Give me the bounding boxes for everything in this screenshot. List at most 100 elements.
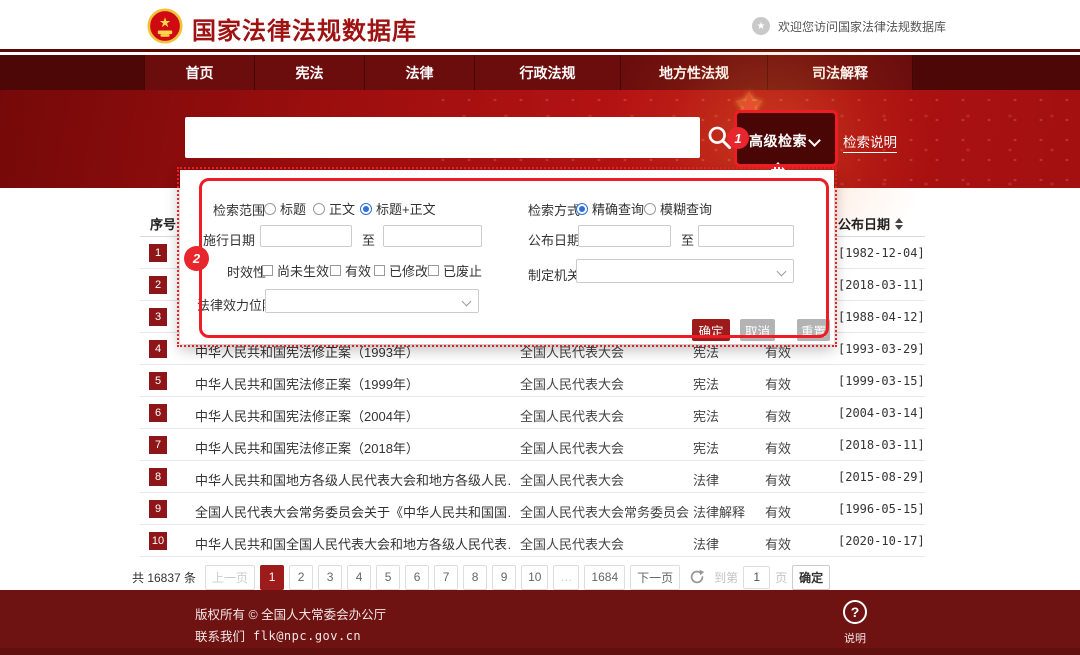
law-title-link[interactable]: 中华人民共和国宪法修正案（2004年）	[195, 406, 419, 425]
nav-item-law[interactable]: 法律	[364, 55, 474, 90]
scope-option-title[interactable]: 标题	[264, 199, 306, 218]
date-cell: [1996-05-15]	[838, 502, 925, 516]
table-row: 9 全国人民代表大会常务委员会关于《中华人民共和国国… 全国人民代表大会常务委员…	[140, 493, 925, 525]
advanced-search-label[interactable]: 高级检索	[749, 131, 807, 151]
page-button-7[interactable]: 7	[434, 564, 459, 590]
validity-option-repealed[interactable]: 已废止	[428, 261, 482, 280]
page-button-1[interactable]: 1	[260, 564, 285, 590]
radio-selected-icon[interactable]	[576, 202, 588, 215]
panel-cancel-button[interactable]: 取消	[740, 319, 775, 341]
radio-icon[interactable]	[644, 202, 656, 215]
radio-selected-icon[interactable]	[360, 202, 372, 215]
level-select[interactable]	[265, 289, 479, 313]
law-title-link[interactable]: 全国人民代表大会常务委员会关于《中华人民共和国国…	[195, 502, 510, 521]
agency-select[interactable]	[576, 259, 794, 283]
law-title-link[interactable]: 中华人民共和国宪法修正案（1999年）	[195, 374, 419, 393]
table-row: 8 中华人民共和国地方各级人民代表大会和地方各级人民… 全国人民代表大会 法律 …	[140, 461, 925, 493]
agency-cell: 全国人民代表大会	[520, 345, 625, 360]
mode-option-exact[interactable]: 精确查询	[576, 199, 644, 218]
goto-confirm-button[interactable]: 确定	[792, 564, 831, 590]
nav-item-home[interactable]: 首页	[144, 55, 254, 90]
chevron-down-icon	[461, 296, 472, 307]
page-button-3[interactable]: 3	[318, 564, 343, 590]
welcome-badge-icon: ★	[752, 17, 770, 35]
scope-label: 检索范围	[213, 203, 266, 218]
question-mark-icon[interactable]: ?	[843, 600, 867, 624]
svg-text:★: ★	[159, 15, 171, 30]
panel-confirm-button[interactable]: 确定	[692, 319, 730, 341]
validity-option-not-effective[interactable]: 尚未生效	[262, 261, 329, 280]
agency-cell: 全国人民代表大会	[520, 537, 625, 552]
row-seq-badge: 6	[149, 404, 167, 422]
date-cell: [1999-03-15]	[838, 374, 925, 388]
checkbox-icon[interactable]	[374, 265, 385, 276]
law-title-link[interactable]: 中华人民共和国宪法修正案（2018年）	[195, 438, 419, 457]
search-input[interactable]	[185, 117, 700, 158]
agency-cell: 全国人民代表大会常务委员会	[520, 505, 690, 520]
page-button-5[interactable]: 5	[376, 564, 401, 590]
row-seq-badge: 10	[149, 532, 167, 550]
page-ellipsis: …	[553, 564, 580, 590]
row-seq-badge: 5	[149, 372, 167, 390]
table-row: 5 中华人民共和国宪法修正案（1999年） 全国人民代表大会 宪法 有效 [19…	[140, 365, 925, 397]
checkbox-icon[interactable]	[428, 265, 439, 276]
table-row: 7 中华人民共和国宪法修正案（2018年） 全国人民代表大会 宪法 有效 [20…	[140, 429, 925, 461]
seq-column-header: 序号	[150, 217, 177, 232]
type-cell: 宪法	[693, 409, 720, 424]
range-to-label: 至	[362, 233, 376, 248]
date-cell: [2020-10-17]	[838, 534, 925, 548]
next-page-button[interactable]: 下一页	[630, 564, 681, 590]
scope-option-body[interactable]: 正文	[313, 199, 355, 218]
validity-cell: 有效	[765, 473, 792, 488]
validity-cell: 有效	[765, 505, 792, 520]
law-title-link[interactable]: 中华人民共和国宪法修正案（1993年）	[195, 342, 419, 361]
validity-option-amended[interactable]: 已修改	[374, 261, 428, 280]
page-button-10[interactable]: 10	[521, 564, 549, 590]
page-button-4[interactable]: 4	[347, 564, 372, 590]
date-cell: [2015-08-29]	[838, 470, 925, 484]
agency-label: 制定机关	[528, 268, 581, 283]
validity-cell: 有效	[765, 409, 792, 424]
validity-cell: 有效	[765, 377, 792, 392]
radio-icon[interactable]	[313, 202, 325, 215]
page-button-9[interactable]: 9	[492, 564, 517, 590]
type-cell: 宪法	[693, 345, 720, 360]
page-button-8[interactable]: 8	[463, 564, 488, 590]
page-button-6[interactable]: 6	[405, 564, 430, 590]
type-cell: 法律	[693, 537, 720, 552]
validity-option-effective[interactable]: 有效	[330, 261, 371, 280]
scope-option-title-body[interactable]: 标题+正文	[360, 199, 436, 218]
top-header: ★ 国家法律法规数据库 ★ 欢迎您访问国家法律法规数据库	[0, 0, 1080, 52]
publish-date-column-header[interactable]: 公布日期	[838, 214, 904, 233]
goto-page-input[interactable]	[743, 565, 771, 589]
mode-option-fuzzy[interactable]: 模糊查询	[644, 199, 712, 218]
page-button-2[interactable]: 2	[289, 564, 314, 590]
page: ★ 国家法律法规数据库 ★ 欢迎您访问国家法律法规数据库 首页 宪法 法律 行政…	[0, 0, 1080, 655]
publish-date-from-input[interactable]	[578, 225, 671, 247]
nav-item-constitution[interactable]: 宪法	[254, 55, 364, 90]
checkbox-icon[interactable]	[330, 265, 341, 276]
radio-icon[interactable]	[264, 202, 276, 215]
law-title-link[interactable]: 中华人民共和国地方各级人民代表大会和地方各级人民…	[195, 470, 510, 489]
page-button-1684[interactable]: 1684	[584, 564, 626, 590]
effective-date-from-input[interactable]	[260, 225, 352, 247]
panel-reset-button[interactable]: 重置	[797, 319, 830, 341]
date-cell: [1988-04-12]	[838, 310, 925, 324]
contact-label: 联系我们	[195, 630, 246, 644]
welcome-area: ★ 欢迎您访问国家法律法规数据库	[752, 17, 946, 35]
search-help-link[interactable]: 检索说明	[843, 131, 897, 153]
row-seq-badge: 7	[149, 436, 167, 454]
chevron-down-icon	[776, 266, 787, 277]
effective-date-to-input[interactable]	[383, 225, 482, 247]
prev-page-button[interactable]: 上一页	[205, 564, 256, 590]
panel-pointer-arrow	[770, 162, 786, 171]
refresh-icon[interactable]	[688, 568, 706, 586]
publish-date-to-input[interactable]	[698, 225, 794, 247]
agency-cell: 全国人民代表大会	[520, 377, 625, 392]
row-seq-badge: 9	[149, 500, 167, 518]
mode-label: 检索方式	[528, 203, 581, 218]
footer-help-button[interactable]: ? 说明	[830, 600, 880, 646]
law-title-link[interactable]: 中华人民共和国全国人民代表大会和地方各级人民代表…	[195, 534, 510, 553]
sort-icon[interactable]	[895, 217, 904, 230]
checkbox-icon[interactable]	[262, 265, 273, 276]
